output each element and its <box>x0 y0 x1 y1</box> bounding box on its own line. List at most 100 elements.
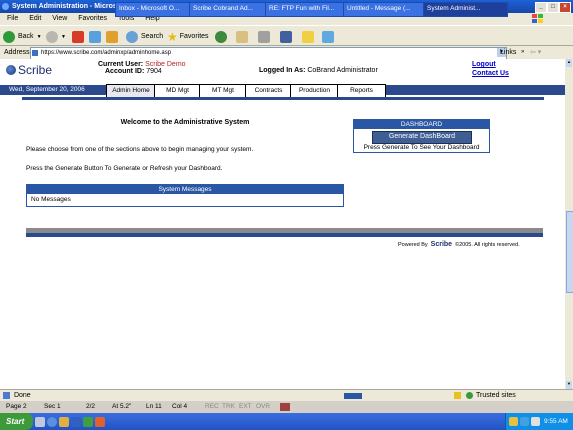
contact-link-text[interactable]: Contact Us <box>472 70 509 77</box>
forward-button[interactable]: ▼ <box>46 30 66 43</box>
word-trk[interactable]: TRK <box>222 401 235 413</box>
menu-favorites[interactable]: Favorites <box>78 15 107 22</box>
links-button[interactable]: Links <box>500 46 516 59</box>
tray-icon-1[interactable] <box>509 417 518 426</box>
tab-admin-home[interactable]: Admin Home <box>106 84 156 97</box>
powered-by-label: Powered By <box>398 241 428 248</box>
page-status-icon <box>3 391 10 399</box>
account-id-label: Account ID: <box>105 68 145 75</box>
progress-indicator <box>344 393 362 399</box>
current-user-block: Current User: Scribe Demo Account ID: 79… <box>98 61 228 75</box>
history-icon <box>215 30 227 43</box>
current-user-value: Scribe Demo <box>145 61 186 68</box>
copyright-text: ©2005. All rights reserved. <box>455 241 520 248</box>
spelling-check-icon[interactable] <box>280 403 290 411</box>
dashboard-header: DASHBOARD <box>354 120 489 129</box>
messenger-button[interactable] <box>322 30 334 43</box>
system-messages-panel: System Messages No Messages <box>26 184 344 207</box>
trusted-zone-icon <box>466 392 473 399</box>
word-launch-icon[interactable] <box>71 416 81 427</box>
app-launch-icon[interactable] <box>95 416 105 427</box>
generate-dashboard-button[interactable]: Generate DashBoard <box>372 131 472 144</box>
word-pages: 2/2 <box>86 403 96 410</box>
discuss-button[interactable] <box>302 30 314 43</box>
tab-production[interactable]: Production <box>290 84 339 97</box>
extra-toolbar-icon[interactable]: ⇦ ▾ <box>530 46 541 59</box>
tab-reports[interactable]: Reports <box>337 84 386 97</box>
task-ftp-message[interactable]: RE: FTP Fun with Fil... <box>265 2 346 17</box>
address-bar: Address https://www.scribe.com/adminxp/a… <box>0 46 573 60</box>
tray-icon-2[interactable] <box>520 417 529 426</box>
chevron-down-icon: ▼ <box>61 33 66 40</box>
favorites-button[interactable]: ★ Favorites <box>167 30 209 44</box>
excel-launch-icon[interactable] <box>83 416 93 427</box>
welcome-title: Welcome to the Administrative System <box>120 119 250 126</box>
powered-by: Powered By Scribe ©2005. All rights rese… <box>398 241 538 248</box>
speaker-icon[interactable] <box>531 417 540 426</box>
mail-icon <box>236 30 248 43</box>
start-button[interactable]: Start <box>0 413 33 430</box>
menu-file[interactable]: File <box>7 15 18 22</box>
minimize-button[interactable]: _ <box>535 2 547 13</box>
back-button[interactable]: Back ▼ <box>3 30 42 43</box>
page-viewport: Scribe Current User: Scribe Demo Account… <box>0 59 565 389</box>
toolbar: Back ▼ ▼ Search ★ Favorites <box>0 25 573 46</box>
menu-edit[interactable]: Edit <box>29 15 41 22</box>
word-rec[interactable]: REC <box>205 401 219 413</box>
word-section: Sec 1 <box>44 403 61 410</box>
address-label: Address <box>4 49 30 56</box>
task-scribe-cobrand[interactable]: Scribe Cobrand Ad... <box>189 2 268 17</box>
system-messages-header: System Messages <box>27 185 343 194</box>
maximize-button[interactable]: □ <box>547 2 559 13</box>
messenger-icon <box>322 30 334 43</box>
close-button[interactable]: × <box>559 2 571 13</box>
logout-link-text[interactable]: Logout <box>472 61 496 68</box>
folder-icon <box>302 30 314 43</box>
tab-contracts[interactable]: Contracts <box>245 84 292 97</box>
contact-link[interactable]: Contact Us <box>472 70 509 77</box>
word-ovr[interactable]: OVR <box>256 401 270 413</box>
scribe-logo-icon <box>6 65 16 75</box>
edit-icon <box>280 30 292 43</box>
refresh-button[interactable] <box>89 30 101 43</box>
mail-button[interactable] <box>236 30 248 43</box>
vertical-scrollbar[interactable]: ▲ ▼ <box>565 59 573 389</box>
system-tray: 9:55 AM <box>505 413 573 430</box>
print-button[interactable] <box>258 30 270 43</box>
tab-underline-bar <box>22 97 544 100</box>
ie-launch-icon[interactable] <box>47 416 57 427</box>
task-untitled-message[interactable]: Untitled - Message (... <box>343 2 426 17</box>
windows-logo-icon <box>532 14 543 23</box>
menu-view[interactable]: View <box>52 15 67 22</box>
system-messages-body: No Messages <box>31 196 71 203</box>
edit-button[interactable] <box>280 30 292 43</box>
outlook-launch-icon[interactable] <box>59 416 69 427</box>
scroll-down-icon[interactable]: ▼ <box>566 381 572 389</box>
scroll-up-icon[interactable]: ▲ <box>566 59 572 67</box>
scroll-thumb[interactable] <box>566 211 573 293</box>
history-button[interactable] <box>215 30 227 43</box>
search-button[interactable]: Search <box>126 30 163 43</box>
footer-brand: Scribe <box>430 241 453 248</box>
home-button[interactable] <box>106 30 118 43</box>
home-icon <box>106 30 118 43</box>
address-url: https://www.scribe.com/adminxp/adminhome… <box>41 50 172 56</box>
task-inbox[interactable]: Inbox - Microsoft O... <box>115 2 192 17</box>
tab-md-mgt[interactable]: MD Mgt <box>154 84 201 97</box>
word-line: Ln 11 <box>146 403 162 410</box>
dashboard-hint: Press Generate To See Your Dashboard <box>363 144 480 151</box>
show-desktop-icon[interactable] <box>35 416 45 427</box>
logged-in-value: CoBrand Administrator <box>307 67 378 74</box>
word-ext[interactable]: EXT <box>239 401 252 413</box>
search-label: Search <box>141 33 164 40</box>
task-system-admin[interactable]: System Administ... <box>423 2 508 17</box>
search-icon <box>126 30 138 43</box>
stop-button[interactable] <box>72 30 84 43</box>
chevron-down-icon: ▼ <box>36 33 42 40</box>
favorites-label: Favorites <box>179 33 209 40</box>
logo-text: Scribe <box>18 63 53 77</box>
logout-link[interactable]: Logout <box>472 61 496 68</box>
ie-icon <box>2 3 9 10</box>
logged-in-block: Logged In As: CoBrand Administrator <box>259 67 429 74</box>
tab-mt-mgt[interactable]: MT Mgt <box>199 84 247 97</box>
